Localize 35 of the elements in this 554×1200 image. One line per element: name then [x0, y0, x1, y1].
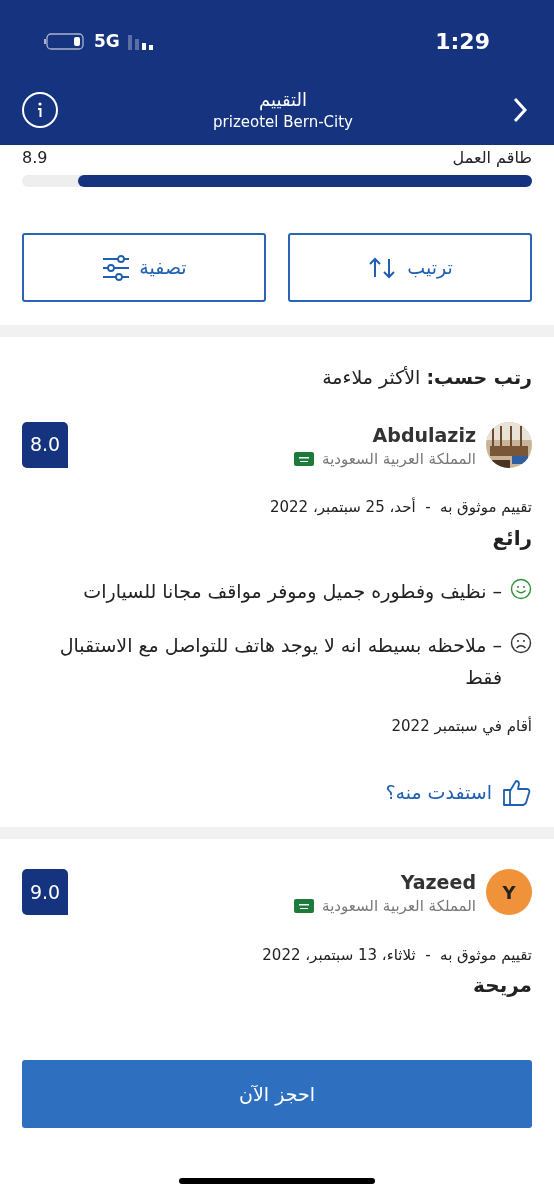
category-name: طاقم العمل	[452, 149, 532, 167]
review-date: تقييم موثوق به - ثلاثاء، 13 سبتمبر، 2022	[261, 944, 532, 966]
score-badge: 8.0	[22, 421, 68, 468]
reviewer-name: Yazeed	[399, 870, 476, 895]
filter-button[interactable]: تصفية	[22, 233, 266, 302]
book-now-button[interactable]: احجز الآن	[22, 1060, 532, 1128]
network-label: 5G	[94, 29, 120, 53]
thumbs-up-icon	[502, 777, 532, 807]
header-title: التقييم	[259, 88, 307, 112]
smile-icon	[510, 577, 532, 600]
score-badge: 9.0	[22, 869, 68, 915]
review-comment: – نظيف وفطوره جميل وموفر مواقف مجانا للسيارات	[83, 578, 502, 605]
chevron-icon	[512, 96, 528, 124]
flag-icon	[294, 899, 315, 914]
info-button[interactable]	[22, 92, 58, 128]
status-time: 1:29	[435, 28, 490, 56]
avatar: Y	[486, 869, 532, 915]
review-title: رائع	[491, 524, 532, 552]
sort-button[interactable]: ترتيب	[288, 233, 532, 302]
flag-icon	[294, 451, 315, 466]
helpful-button[interactable]: استفدت منه؟	[385, 777, 532, 807]
battery-icon	[44, 31, 86, 52]
sort-order-label: رتب حسب: الأكثر ملاءمة	[322, 366, 532, 388]
filter-icon	[101, 254, 132, 281]
reviewer-country: المملكة العربية السعودية	[322, 448, 476, 470]
hotel-name: prizeotel Bern-City	[213, 112, 353, 132]
review-comment: – ملاحظه بسيطه انه لا يوجد هاتف للتواصل مع الاستقبال فقط	[58, 632, 502, 690]
reviewer-country: المملكة العربية السعودية	[322, 896, 476, 917]
review-title: مريحة	[472, 972, 532, 999]
category-score: 8.9	[22, 149, 48, 167]
stay-date: أقام في سبتمبر 2022	[390, 715, 532, 737]
info-icon	[36, 101, 44, 119]
review-date: تقييم موثوق به - أحد، 25 سبتمبر، 2022	[268, 496, 532, 518]
frown-icon	[510, 631, 532, 654]
reviewer-name: Abdulaziz	[371, 422, 476, 448]
